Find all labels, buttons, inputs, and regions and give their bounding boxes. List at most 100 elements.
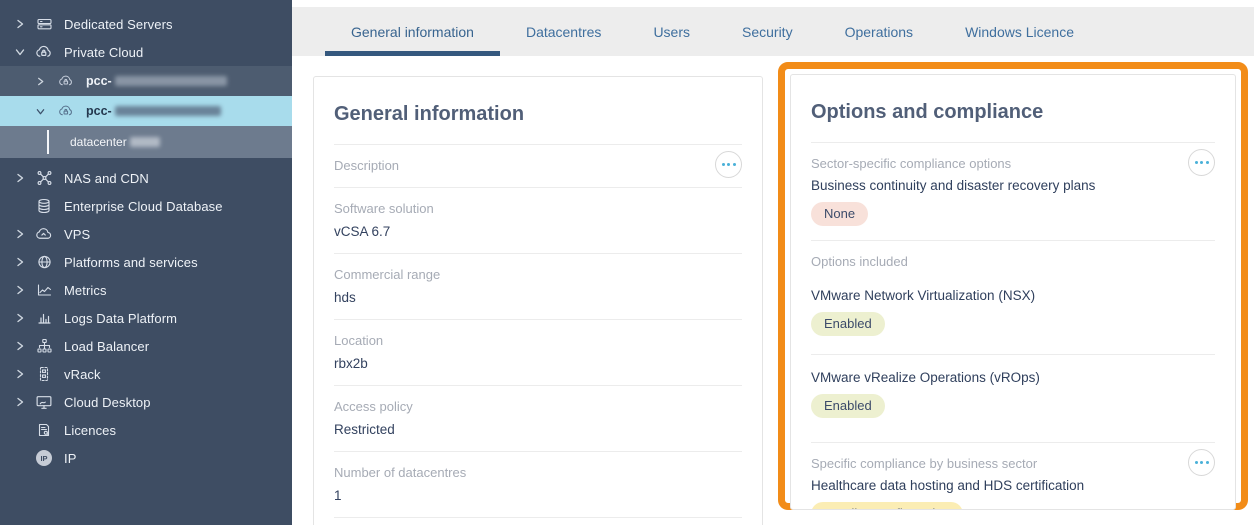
chevron-right-icon[interactable] xyxy=(12,394,28,410)
sidebar-item-cloud-desktop[interactable]: Cloud Desktop xyxy=(0,388,292,416)
field-access-policy: Access policy Restricted xyxy=(334,385,742,451)
general-information-card: General information Description Software… xyxy=(313,76,763,525)
option-name: VMware Network Virtualization (NSX) xyxy=(811,288,1036,303)
tab-general-information[interactable]: General information xyxy=(325,7,500,56)
field-label: Description xyxy=(334,158,400,173)
tab-label: Security xyxy=(742,23,793,40)
licence-document-icon xyxy=(34,421,54,439)
field-software-solution: Software solution vCSA 6.7 xyxy=(334,187,742,253)
load-balancer-icon xyxy=(34,337,54,355)
cloud-icon xyxy=(34,225,54,243)
bar-chart-icon xyxy=(34,309,54,327)
options-and-compliance-card: Options and compliance Sector-specific c… xyxy=(790,74,1236,510)
chevron-down-icon[interactable] xyxy=(36,107,50,116)
sidebar-item-label: datacenter xyxy=(70,135,127,149)
sidebar-item-datacenter[interactable]: datacenter xyxy=(0,126,292,158)
field-number-of-datacentres: Number of datacentres 1 xyxy=(334,451,742,517)
chevron-down-icon[interactable] xyxy=(12,44,28,60)
sidebar-item-logs-data-platform[interactable]: Logs Data Platform xyxy=(0,304,292,332)
cloud-lock-icon xyxy=(34,43,54,61)
sidebar-item-label: Load Balancer xyxy=(64,338,150,354)
tab-windows-licence[interactable]: Windows Licence xyxy=(939,7,1100,56)
more-options-button[interactable] xyxy=(715,151,742,178)
network-nodes-icon xyxy=(34,169,54,187)
sidebar-item-label: Private Cloud xyxy=(64,44,144,60)
tab-security[interactable]: Security xyxy=(716,7,819,56)
sidebar-item-label: NAS and CDN xyxy=(64,170,149,186)
sidebar-item-ip[interactable]: IP IP xyxy=(0,444,292,472)
rack-icon xyxy=(34,365,54,383)
field-label: Software solution xyxy=(334,201,434,216)
sidebar-item-label: Dedicated Servers xyxy=(64,16,173,32)
sidebar-item-label: pcc- xyxy=(86,74,112,88)
field-value: Restricted xyxy=(334,422,395,437)
section-text: Business continuity and disaster recover… xyxy=(811,178,1096,193)
tab-users[interactable]: Users xyxy=(627,7,716,56)
tab-label: Datacentres xyxy=(525,23,602,40)
more-options-button[interactable] xyxy=(1188,149,1215,176)
sidebar-item-label: Cloud Desktop xyxy=(64,394,151,410)
section-label: Specific compliance by business sector xyxy=(811,456,1038,471)
chevron-right-icon[interactable] xyxy=(12,254,28,270)
sidebar-item-licences[interactable]: Licences xyxy=(0,416,292,444)
tab-operations[interactable]: Operations xyxy=(819,7,939,56)
svg-text:IP: IP xyxy=(40,454,47,463)
chevron-right-icon[interactable] xyxy=(12,366,28,382)
section-label: Options included xyxy=(811,254,908,269)
line-chart-icon xyxy=(34,281,54,299)
tab-label: Windows Licence xyxy=(965,23,1074,40)
sidebar: Dedicated Servers Private Cloud pcc- pcc… xyxy=(0,0,292,525)
sidebar-item-label: Metrics xyxy=(64,282,107,298)
card-title: Options and compliance xyxy=(811,101,1044,123)
field-commercial-range: Commercial range hds xyxy=(334,253,742,319)
sidebar-item-label: IP xyxy=(64,450,77,466)
status-badge: Enabled xyxy=(811,394,885,418)
sidebar-item-vrack[interactable]: vRack xyxy=(0,360,292,388)
sidebar-item-pcc-service-1[interactable]: pcc- xyxy=(0,66,292,96)
sidebar-item-private-cloud[interactable]: Private Cloud xyxy=(0,38,292,66)
sidebar-item-load-balancer[interactable]: Load Balancer xyxy=(0,332,292,360)
sidebar-item-label: pcc- xyxy=(86,104,112,118)
field-value: hds xyxy=(334,290,356,305)
desktop-icon xyxy=(34,393,54,411)
section-sector-compliance: Sector-specific compliance options Busin… xyxy=(811,142,1215,240)
tab-label: General information xyxy=(351,23,474,40)
chevron-right-icon[interactable] xyxy=(12,226,28,242)
field-location: Location rbx2b xyxy=(334,319,742,385)
sidebar-item-metrics[interactable]: Metrics xyxy=(0,276,292,304)
sidebar-item-pcc-service-selected[interactable]: pcc- xyxy=(0,96,292,126)
chevron-right-icon[interactable] xyxy=(12,170,28,186)
chevron-right-icon[interactable] xyxy=(12,310,28,326)
sidebar-item-label: Logs Data Platform xyxy=(64,310,178,326)
chevron-right-icon[interactable] xyxy=(12,282,28,298)
field-label: Commercial range xyxy=(334,267,441,282)
option-name: VMware vRealize Operations (vROps) xyxy=(811,370,1040,385)
sidebar-item-label: vRack xyxy=(64,366,101,382)
section-label: Sector-specific compliance options xyxy=(811,156,1012,171)
chevron-right-icon[interactable] xyxy=(12,16,28,32)
field-value: 1 xyxy=(334,488,342,503)
status-badge: Pending configuration xyxy=(811,502,963,509)
tab-datacentres[interactable]: Datacentres xyxy=(500,7,627,56)
sidebar-item-nas-and-cdn[interactable]: NAS and CDN xyxy=(0,164,292,192)
field-label: Location xyxy=(334,333,384,348)
server-icon xyxy=(34,15,54,33)
field-label: Access policy xyxy=(334,399,413,414)
card-title: General information xyxy=(334,103,525,125)
section-text: Healthcare data hosting and HDS certific… xyxy=(811,478,1085,493)
chevron-right-icon[interactable] xyxy=(12,338,28,354)
field-divider xyxy=(334,517,742,518)
field-value: rbx2b xyxy=(334,356,368,371)
tab-bar: General information Datacentres Users Se… xyxy=(292,7,1254,56)
cloud-lock-icon xyxy=(56,74,76,88)
sidebar-item-label: Licences xyxy=(64,422,117,438)
globe-icon xyxy=(34,253,54,271)
sidebar-item-enterprise-cloud-database[interactable]: Enterprise Cloud Database xyxy=(0,192,292,220)
chevron-right-icon[interactable] xyxy=(36,77,50,86)
sidebar-item-vps[interactable]: VPS xyxy=(0,220,292,248)
status-badge: Enabled xyxy=(811,312,885,336)
main-content: General information Datacentres Users Se… xyxy=(292,0,1254,525)
sidebar-item-platforms-and-services[interactable]: Platforms and services xyxy=(0,248,292,276)
sidebar-item-dedicated-servers[interactable]: Dedicated Servers xyxy=(0,10,292,38)
more-options-button[interactable] xyxy=(1188,449,1215,476)
